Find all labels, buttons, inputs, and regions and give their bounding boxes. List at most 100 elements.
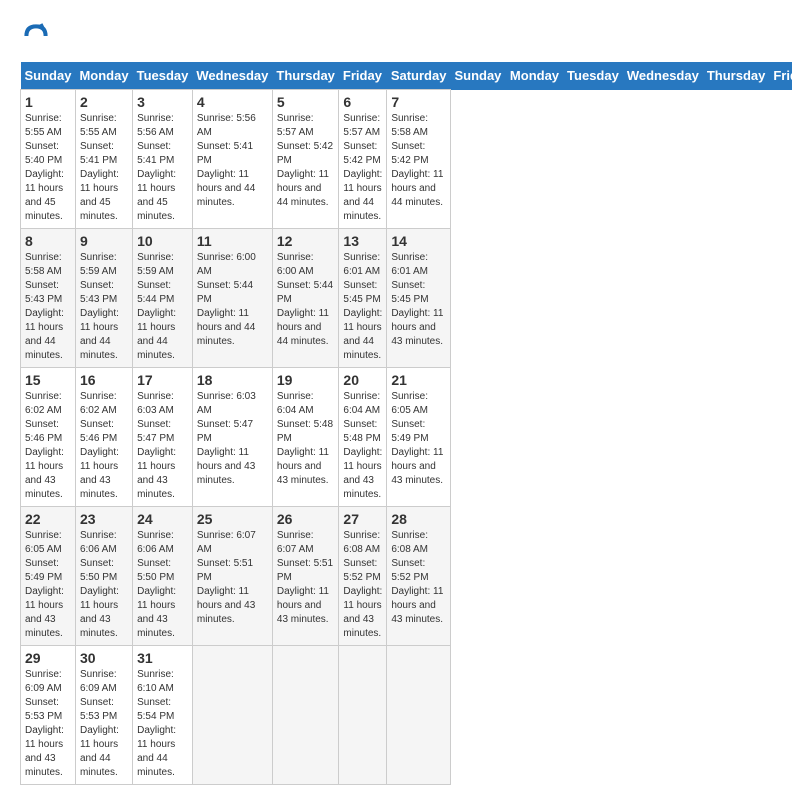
day-cell	[272, 646, 339, 785]
day-info: Sunrise: 6:07 AM Sunset: 5:51 PM Dayligh…	[197, 529, 268, 627]
col-header-sunday: Sunday	[450, 62, 505, 90]
day-cell	[192, 646, 272, 785]
day-number: 8	[25, 233, 71, 249]
day-info: Sunrise: 6:08 AM Sunset: 5:52 PM Dayligh…	[343, 529, 382, 641]
col-header-tuesday: Tuesday	[563, 62, 623, 90]
calendar-table: SundayMondayTuesdayWednesdayThursdayFrid…	[20, 62, 792, 785]
day-number: 18	[197, 372, 268, 388]
col-header-friday: Friday	[769, 62, 792, 90]
day-info: Sunrise: 6:04 AM Sunset: 5:48 PM Dayligh…	[343, 390, 382, 502]
day-cell: 31 Sunrise: 6:10 AM Sunset: 5:54 PM Dayl…	[133, 646, 193, 785]
day-number: 25	[197, 511, 268, 527]
day-number: 12	[277, 233, 335, 249]
day-number: 3	[137, 94, 188, 110]
day-cell: 9 Sunrise: 5:59 AM Sunset: 5:43 PM Dayli…	[75, 229, 132, 368]
logo-icon	[20, 20, 52, 52]
day-info: Sunrise: 5:57 AM Sunset: 5:42 PM Dayligh…	[343, 112, 382, 224]
day-cell: 13 Sunrise: 6:01 AM Sunset: 5:45 PM Dayl…	[339, 229, 387, 368]
day-number: 21	[391, 372, 446, 388]
day-number: 13	[343, 233, 382, 249]
day-cell: 12 Sunrise: 6:00 AM Sunset: 5:44 PM Dayl…	[272, 229, 339, 368]
day-info: Sunrise: 6:02 AM Sunset: 5:46 PM Dayligh…	[25, 390, 71, 502]
day-info: Sunrise: 6:00 AM Sunset: 5:44 PM Dayligh…	[277, 251, 335, 349]
day-cell: 3 Sunrise: 5:56 AM Sunset: 5:41 PM Dayli…	[133, 90, 193, 229]
day-cell: 27 Sunrise: 6:08 AM Sunset: 5:52 PM Dayl…	[339, 507, 387, 646]
day-cell: 28 Sunrise: 6:08 AM Sunset: 5:52 PM Dayl…	[387, 507, 451, 646]
day-number: 16	[80, 372, 128, 388]
day-number: 14	[391, 233, 446, 249]
day-cell: 23 Sunrise: 6:06 AM Sunset: 5:50 PM Dayl…	[75, 507, 132, 646]
day-cell: 7 Sunrise: 5:58 AM Sunset: 5:42 PM Dayli…	[387, 90, 451, 229]
day-info: Sunrise: 6:04 AM Sunset: 5:48 PM Dayligh…	[277, 390, 335, 488]
col-header-sunday: Sunday	[21, 62, 76, 90]
day-number: 28	[391, 511, 446, 527]
day-cell: 29 Sunrise: 6:09 AM Sunset: 5:53 PM Dayl…	[21, 646, 76, 785]
day-info: Sunrise: 5:59 AM Sunset: 5:43 PM Dayligh…	[80, 251, 128, 363]
day-cell: 15 Sunrise: 6:02 AM Sunset: 5:46 PM Dayl…	[21, 368, 76, 507]
day-info: Sunrise: 6:03 AM Sunset: 5:47 PM Dayligh…	[137, 390, 188, 502]
day-cell: 30 Sunrise: 6:09 AM Sunset: 5:53 PM Dayl…	[75, 646, 132, 785]
col-header-wednesday: Wednesday	[192, 62, 272, 90]
header-row: SundayMondayTuesdayWednesdayThursdayFrid…	[21, 62, 792, 90]
day-number: 10	[137, 233, 188, 249]
day-number: 22	[25, 511, 71, 527]
day-cell: 25 Sunrise: 6:07 AM Sunset: 5:51 PM Dayl…	[192, 507, 272, 646]
day-cell: 26 Sunrise: 6:07 AM Sunset: 5:51 PM Dayl…	[272, 507, 339, 646]
logo	[20, 20, 56, 52]
week-row-1: 1 Sunrise: 5:55 AM Sunset: 5:40 PM Dayli…	[21, 90, 792, 229]
day-info: Sunrise: 6:06 AM Sunset: 5:50 PM Dayligh…	[137, 529, 188, 641]
col-header-wednesday: Wednesday	[623, 62, 703, 90]
day-number: 19	[277, 372, 335, 388]
day-cell: 16 Sunrise: 6:02 AM Sunset: 5:46 PM Dayl…	[75, 368, 132, 507]
day-number: 2	[80, 94, 128, 110]
day-number: 1	[25, 94, 71, 110]
day-number: 30	[80, 650, 128, 666]
day-info: Sunrise: 5:56 AM Sunset: 5:41 PM Dayligh…	[197, 112, 268, 210]
day-info: Sunrise: 6:01 AM Sunset: 5:45 PM Dayligh…	[343, 251, 382, 363]
day-number: 26	[277, 511, 335, 527]
day-cell: 20 Sunrise: 6:04 AM Sunset: 5:48 PM Dayl…	[339, 368, 387, 507]
day-info: Sunrise: 5:55 AM Sunset: 5:41 PM Dayligh…	[80, 112, 128, 224]
day-info: Sunrise: 6:06 AM Sunset: 5:50 PM Dayligh…	[80, 529, 128, 641]
col-header-thursday: Thursday	[703, 62, 770, 90]
day-info: Sunrise: 6:01 AM Sunset: 5:45 PM Dayligh…	[391, 251, 446, 349]
day-info: Sunrise: 5:57 AM Sunset: 5:42 PM Dayligh…	[277, 112, 335, 210]
day-number: 31	[137, 650, 188, 666]
day-info: Sunrise: 6:05 AM Sunset: 5:49 PM Dayligh…	[391, 390, 446, 488]
day-cell: 22 Sunrise: 6:05 AM Sunset: 5:49 PM Dayl…	[21, 507, 76, 646]
day-cell: 19 Sunrise: 6:04 AM Sunset: 5:48 PM Dayl…	[272, 368, 339, 507]
day-number: 20	[343, 372, 382, 388]
day-cell: 2 Sunrise: 5:55 AM Sunset: 5:41 PM Dayli…	[75, 90, 132, 229]
day-info: Sunrise: 5:55 AM Sunset: 5:40 PM Dayligh…	[25, 112, 71, 224]
day-info: Sunrise: 5:56 AM Sunset: 5:41 PM Dayligh…	[137, 112, 188, 224]
day-number: 11	[197, 233, 268, 249]
week-row-5: 29 Sunrise: 6:09 AM Sunset: 5:53 PM Dayl…	[21, 646, 792, 785]
day-info: Sunrise: 6:07 AM Sunset: 5:51 PM Dayligh…	[277, 529, 335, 627]
day-info: Sunrise: 5:58 AM Sunset: 5:42 PM Dayligh…	[391, 112, 446, 210]
day-info: Sunrise: 6:05 AM Sunset: 5:49 PM Dayligh…	[25, 529, 71, 641]
col-header-saturday: Saturday	[387, 62, 451, 90]
day-cell: 1 Sunrise: 5:55 AM Sunset: 5:40 PM Dayli…	[21, 90, 76, 229]
day-info: Sunrise: 6:00 AM Sunset: 5:44 PM Dayligh…	[197, 251, 268, 349]
day-cell: 10 Sunrise: 5:59 AM Sunset: 5:44 PM Dayl…	[133, 229, 193, 368]
day-number: 24	[137, 511, 188, 527]
day-cell: 21 Sunrise: 6:05 AM Sunset: 5:49 PM Dayl…	[387, 368, 451, 507]
day-cell: 18 Sunrise: 6:03 AM Sunset: 5:47 PM Dayl…	[192, 368, 272, 507]
day-cell	[387, 646, 451, 785]
day-number: 15	[25, 372, 71, 388]
day-info: Sunrise: 6:03 AM Sunset: 5:47 PM Dayligh…	[197, 390, 268, 488]
day-cell: 5 Sunrise: 5:57 AM Sunset: 5:42 PM Dayli…	[272, 90, 339, 229]
day-cell: 6 Sunrise: 5:57 AM Sunset: 5:42 PM Dayli…	[339, 90, 387, 229]
day-info: Sunrise: 5:59 AM Sunset: 5:44 PM Dayligh…	[137, 251, 188, 363]
day-number: 5	[277, 94, 335, 110]
col-header-thursday: Thursday	[272, 62, 339, 90]
col-header-tuesday: Tuesday	[133, 62, 193, 90]
day-number: 6	[343, 94, 382, 110]
col-header-monday: Monday	[506, 62, 563, 90]
day-cell: 4 Sunrise: 5:56 AM Sunset: 5:41 PM Dayli…	[192, 90, 272, 229]
day-cell: 17 Sunrise: 6:03 AM Sunset: 5:47 PM Dayl…	[133, 368, 193, 507]
day-number: 17	[137, 372, 188, 388]
day-cell	[339, 646, 387, 785]
day-number: 29	[25, 650, 71, 666]
day-cell: 11 Sunrise: 6:00 AM Sunset: 5:44 PM Dayl…	[192, 229, 272, 368]
